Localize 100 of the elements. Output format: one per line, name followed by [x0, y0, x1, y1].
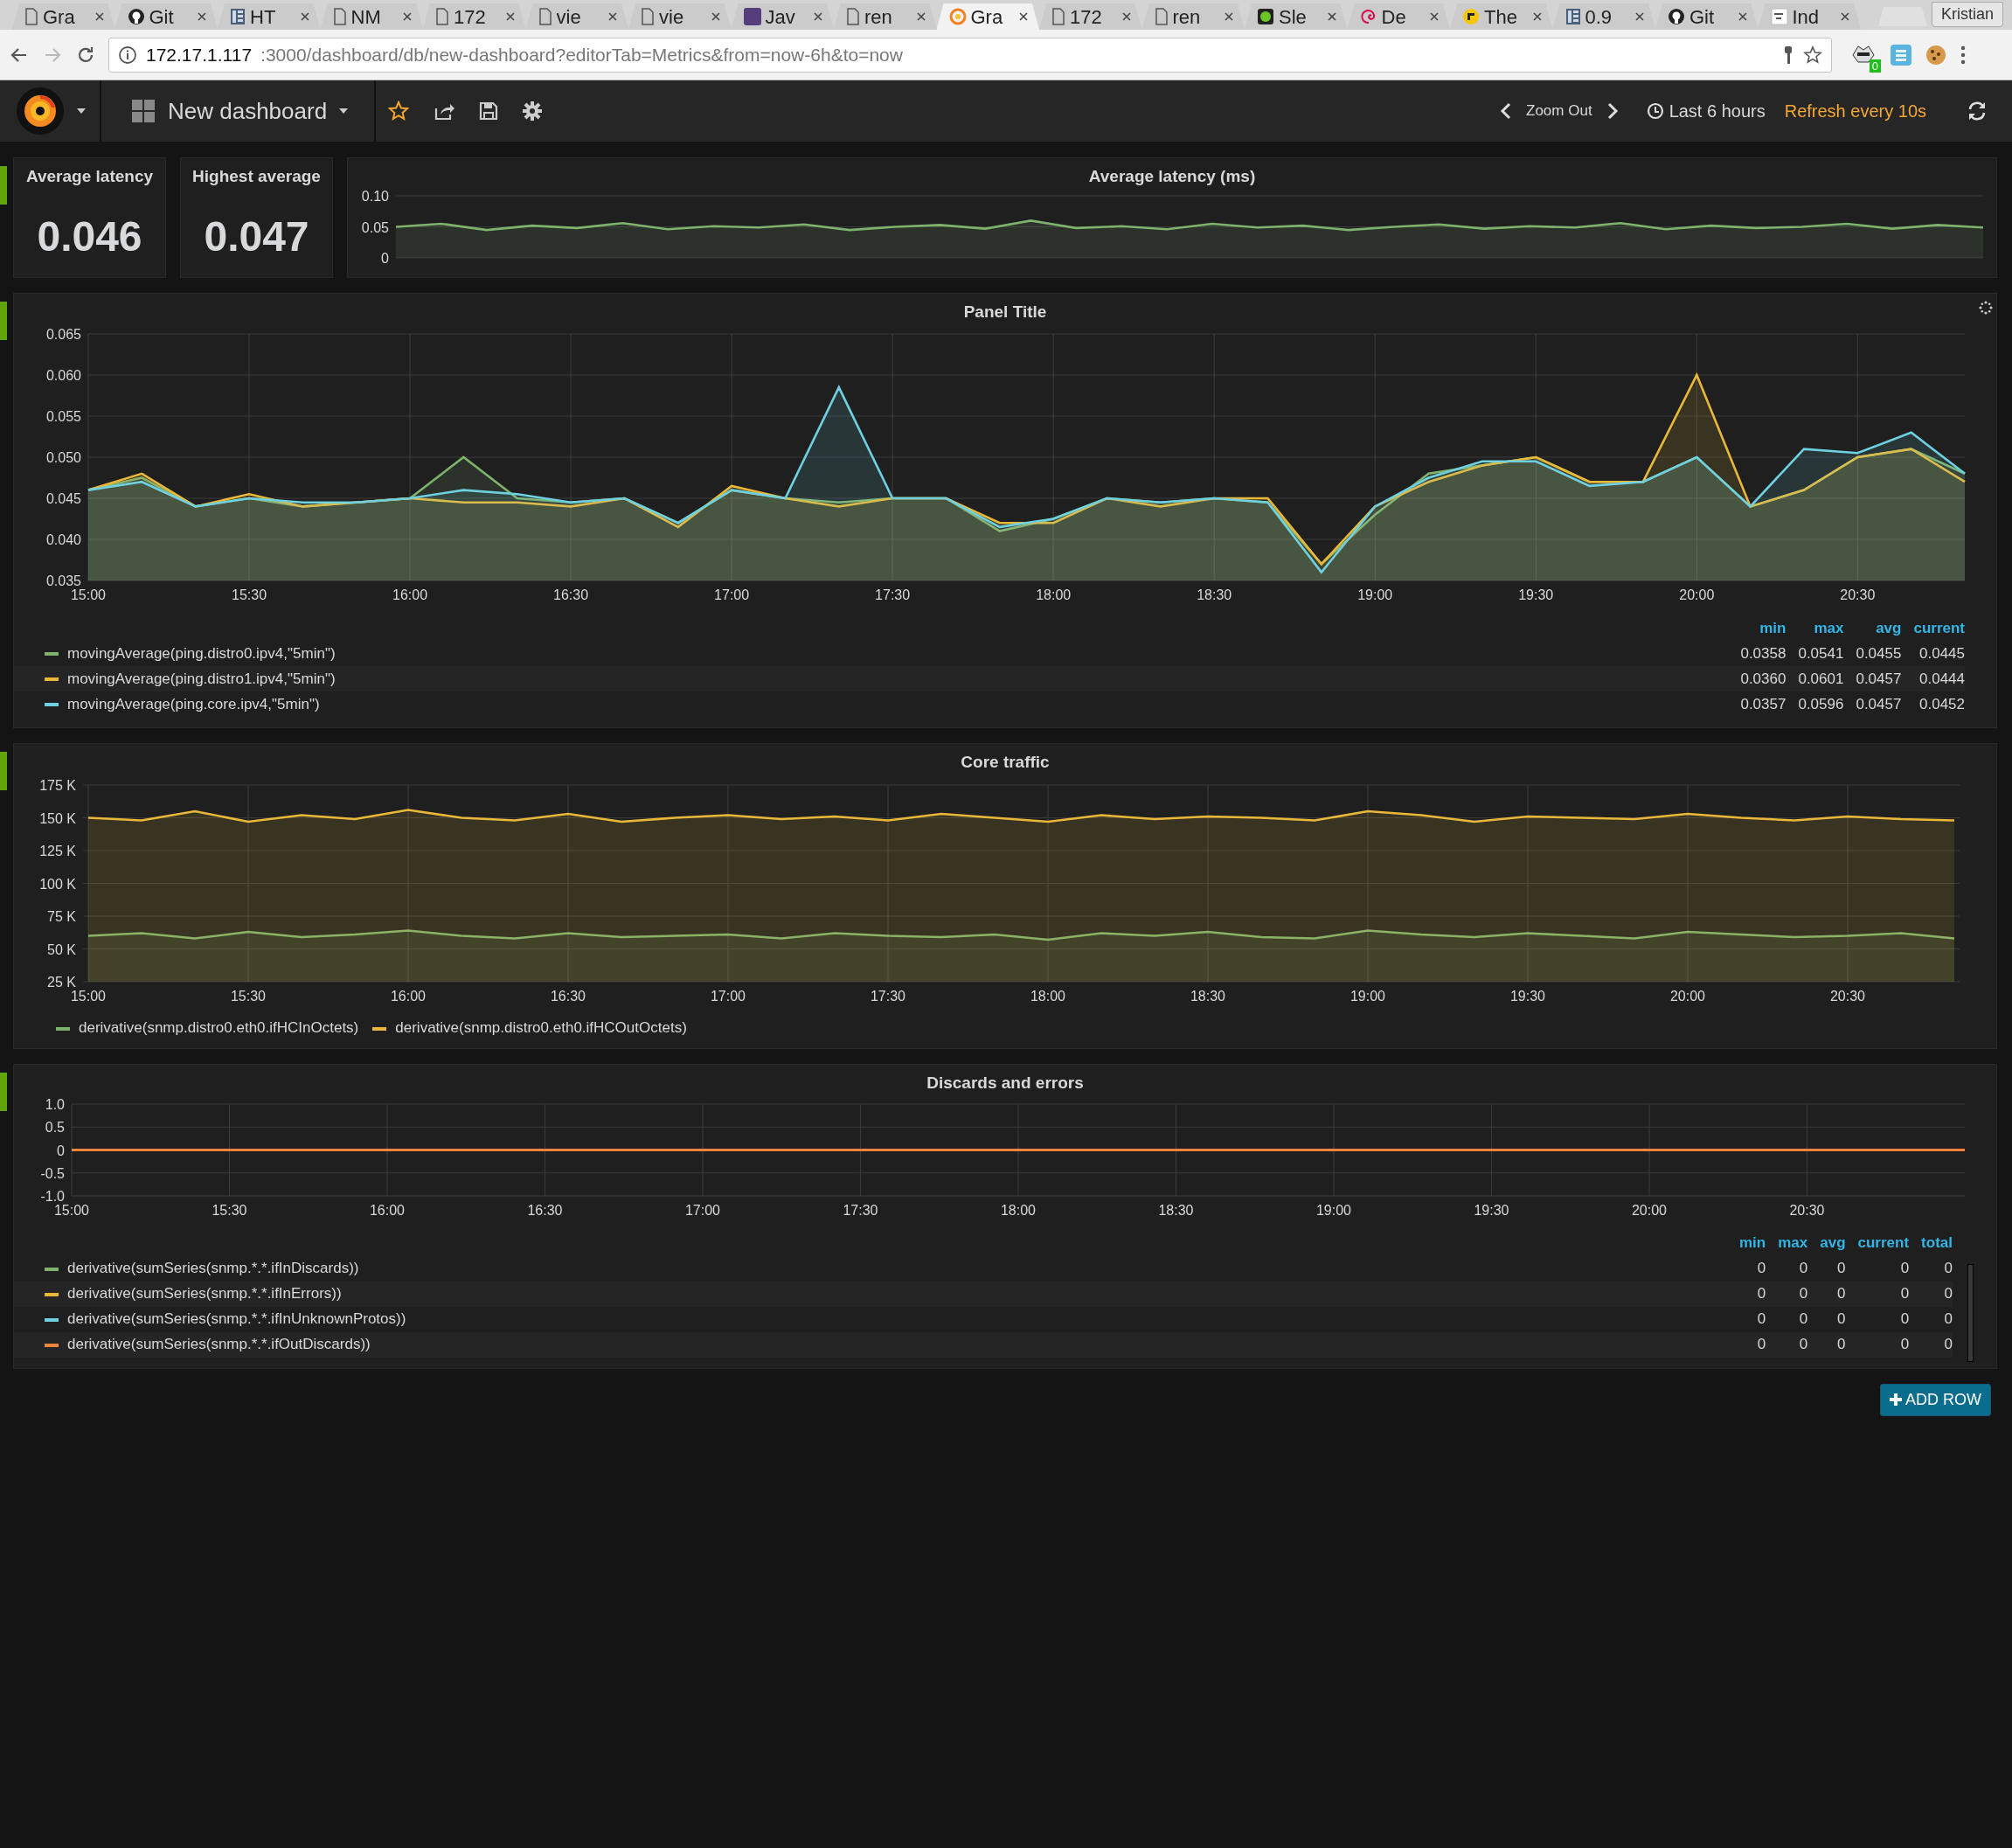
chevron-left-icon[interactable]	[1500, 102, 1513, 120]
browser-tab[interactable]: ren	[1141, 3, 1245, 30]
row-marker[interactable]	[0, 302, 7, 340]
axis-label: 18:00	[1036, 587, 1072, 602]
close-icon[interactable]	[915, 11, 926, 22]
legend-series-name[interactable]: movingAverage(ping.distro1.ipv4,"5min")	[67, 670, 336, 687]
axis-label: 15:00	[71, 989, 106, 1004]
row-marker[interactable]	[0, 166, 7, 205]
row-marker[interactable]	[0, 752, 7, 790]
close-icon[interactable]	[1531, 11, 1543, 22]
browser-tab[interactable]: NM	[320, 3, 423, 30]
add-row-button[interactable]: ADD ROW	[1880, 1383, 1991, 1416]
info-icon	[118, 45, 137, 65]
more-icon[interactable]	[1960, 44, 1967, 66]
scrollbar[interactable]	[1967, 1263, 1974, 1362]
close-icon[interactable]	[1429, 11, 1440, 22]
zoom-out-button[interactable]: Zoom Out	[1521, 99, 1598, 123]
legend-column-header[interactable]: min	[1726, 1230, 1766, 1256]
axis-label: 19:00	[1316, 1202, 1351, 1218]
close-icon[interactable]	[94, 11, 105, 22]
close-icon[interactable]	[504, 11, 516, 22]
chevron-right-icon[interactable]	[1606, 102, 1619, 120]
legend-column-header[interactable]: total	[1909, 1230, 1953, 1256]
caret-icon[interactable]	[77, 108, 86, 114]
browser-tab[interactable]: 172	[423, 3, 526, 30]
legend-series-name[interactable]: derivative(sumSeries(snmp.*.*.ifInUnknownProtos))	[67, 1310, 406, 1328]
axis-label: 100 K	[39, 876, 76, 892]
browser-tab[interactable]: Git	[1655, 3, 1759, 30]
close-icon[interactable]	[197, 11, 207, 22]
close-icon[interactable]	[710, 11, 721, 22]
browser-tab[interactable]: 0.9	[1552, 3, 1655, 30]
page-icon	[538, 8, 552, 25]
time-range-picker[interactable]: Last 6 hours	[1641, 97, 1771, 125]
share-icon[interactable]	[434, 101, 455, 121]
legend-series-name[interactable]: derivative(sumSeries(snmp.*.*.ifOutDiscards))	[67, 1336, 371, 1353]
legend-series-name[interactable]: derivative(sumSeries(snmp.*.*.ifInErrors))	[67, 1285, 342, 1303]
close-icon[interactable]	[1634, 11, 1645, 22]
close-icon[interactable]	[813, 11, 823, 22]
refresh-icon[interactable]	[1967, 101, 1988, 122]
legend-value: 0	[1757, 1336, 1766, 1353]
browser-tab[interactable]: Gra	[936, 3, 1039, 30]
legend-series-name[interactable]: derivative(sumSeries(snmp.*.*.ifInDiscards))	[67, 1260, 359, 1277]
browser-tab[interactable]: Ind	[1758, 3, 1861, 30]
legend-column-header[interactable]: current	[1845, 1230, 1910, 1256]
close-icon[interactable]	[299, 11, 310, 22]
browser-tab[interactable]: Gra	[12, 3, 115, 30]
legend-series-name[interactable]: derivative(snmp.distro0.eth0.ifHCOutOctets)	[395, 1019, 687, 1036]
cookie-icon[interactable]	[1925, 43, 1947, 66]
browser-tab[interactable]: vie	[525, 3, 628, 30]
close-icon[interactable]	[1120, 11, 1132, 22]
star-icon[interactable]	[388, 101, 410, 122]
axis-label: 18:00	[1030, 989, 1065, 1004]
legend-column-header[interactable]: avg	[1843, 615, 1902, 641]
legend-column-header[interactable]: min	[1728, 615, 1787, 641]
legend-column-header[interactable]: current	[1901, 615, 1965, 641]
axis-label: 16:00	[391, 989, 426, 1004]
axis-label: 0.040	[45, 532, 81, 547]
axis-label: 20:00	[1670, 989, 1705, 1004]
legend-column-header[interactable]: avg	[1807, 1230, 1846, 1256]
close-icon[interactable]	[1224, 11, 1234, 22]
axis-label: 0.035	[45, 573, 81, 588]
browser-tab[interactable]: ren	[834, 3, 937, 30]
axis-label: 0	[381, 251, 389, 265]
legend-value: 0	[1837, 1285, 1846, 1303]
panel-title: Panel Title	[962, 302, 1048, 322]
legend-series-name[interactable]: movingAverage(ping.core.ipv4,"5min")	[67, 695, 320, 712]
dashboard-picker[interactable]: New dashboard	[121, 94, 359, 129]
close-icon[interactable]	[1840, 11, 1850, 22]
legend-value: 0.0452	[1919, 695, 1965, 712]
close-icon[interactable]	[1737, 11, 1748, 22]
legend-series-name[interactable]: movingAverage(ping.distro0.ipv4,"5min")	[67, 644, 336, 662]
grafana-logo-icon[interactable]	[16, 87, 65, 135]
refresh-interval-button[interactable]: Refresh every 10s	[1779, 97, 1932, 125]
axis-label: 50 K	[47, 941, 76, 957]
browser-tab[interactable]: HT	[218, 3, 321, 30]
browser-tab[interactable]: vie	[628, 3, 732, 30]
close-icon[interactable]	[1326, 11, 1337, 22]
legend-value: 0.0596	[1798, 695, 1844, 712]
address-bar[interactable]: 172.17.1.117 :3000/dashboard/db/new-dashboard?editorTab=Metrics&from=now-6h&to=now	[108, 37, 1832, 73]
close-icon[interactable]	[402, 11, 413, 22]
browser-tab[interactable]: Sle	[1245, 3, 1348, 30]
settings-icon[interactable]	[523, 101, 543, 121]
axis-label: -1.0	[40, 1188, 65, 1204]
browser-tab[interactable]: Jav	[731, 3, 834, 30]
browser-tab[interactable]: 172	[1039, 3, 1142, 30]
browser-tab[interactable]: Git	[114, 3, 218, 30]
key-icon[interactable]	[1782, 45, 1794, 65]
close-icon[interactable]	[607, 11, 618, 22]
browser-tab[interactable]: De	[1347, 3, 1450, 30]
browser-tab[interactable]: The	[1450, 3, 1553, 30]
save-icon[interactable]	[479, 101, 499, 121]
star-icon[interactable]	[1803, 45, 1822, 65]
legend-column-header[interactable]: max	[1786, 615, 1844, 641]
grid-icon	[230, 8, 246, 25]
legend-series-name[interactable]: derivative(snmp.distro0.eth0.ifHCInOctets)	[79, 1019, 359, 1036]
profile-button[interactable]: Kristian	[1931, 2, 2003, 27]
close-icon[interactable]	[1018, 11, 1029, 22]
row-marker[interactable]	[0, 1072, 7, 1111]
axis-label: 20:30	[1789, 1202, 1825, 1218]
legend-column-header[interactable]: max	[1766, 1230, 1808, 1256]
